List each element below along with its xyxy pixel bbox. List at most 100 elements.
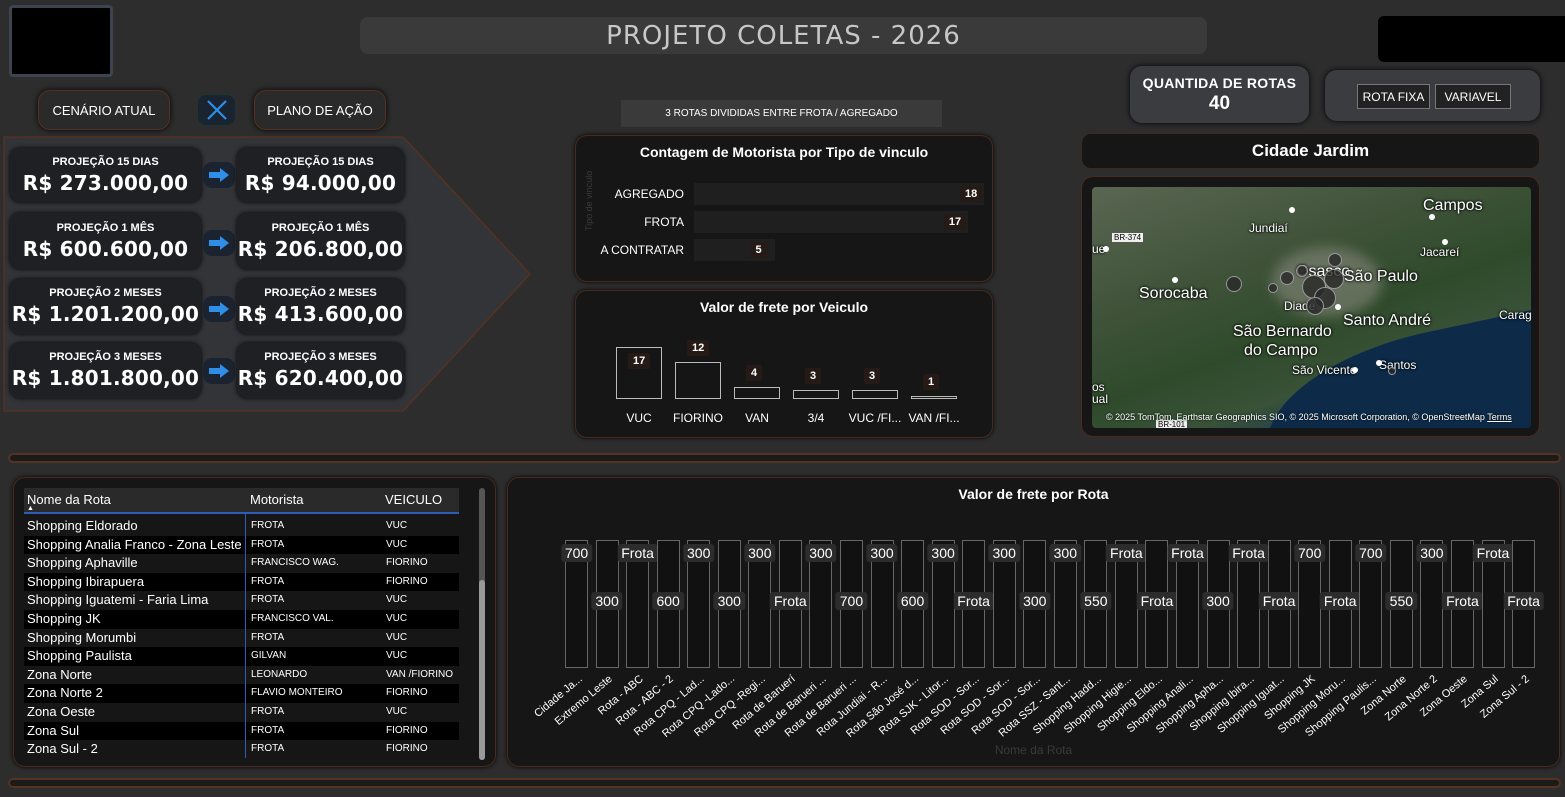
bar-data-label: 700	[835, 592, 868, 610]
section-divider	[8, 453, 1561, 463]
projection-label: PROJEÇÃO 2 MESES	[49, 287, 162, 299]
map-point	[1376, 360, 1382, 366]
cell-route: Zona Oeste	[27, 704, 95, 719]
page-title: PROJETO COLETAS - 2026	[360, 17, 1207, 54]
bar-data-label: 17	[628, 353, 651, 369]
attribution-text: © 2025 TomTom, Earthstar Geographics SIO…	[1106, 412, 1485, 422]
bar-data-label: Frota	[1258, 592, 1300, 610]
cell-driver: FROTA	[251, 520, 285, 531]
bar[interactable]	[793, 389, 839, 399]
map-bubble[interactable]	[1324, 269, 1344, 289]
bar-category-label: VUC	[626, 411, 652, 425]
table-row[interactable]: Shopping Aphaville FRANCISCO WAG. FIORINO	[24, 554, 459, 573]
map-bubble[interactable]	[1280, 271, 1294, 285]
projection-label: PROJEÇÃO 15 DIAS	[52, 155, 159, 168]
y-axis-label: Tipo de vinculo	[584, 170, 594, 231]
bar-data-label: 300	[713, 592, 745, 610]
bar-data-label: Frota	[1136, 592, 1178, 610]
fixed-route-button[interactable]: ROTA FIXA	[1357, 84, 1430, 109]
table-row[interactable]: Shopping Morumbi FROTA VUC	[24, 629, 459, 648]
bar[interactable]	[734, 386, 780, 399]
cell-route: Zona Sul - 2	[27, 741, 98, 757]
cell-vehicle: VUC	[386, 613, 408, 624]
cell-vehicle: VAN /FIORINO	[386, 668, 454, 680]
terms-link[interactable]: Terms	[1487, 412, 1512, 422]
arrow-right-icon	[203, 230, 235, 256]
cell-route: Zona Norte 2	[27, 685, 103, 701]
bar[interactable]	[694, 211, 968, 233]
bar-data-label: 5	[750, 242, 767, 258]
map-bubble[interactable]	[1296, 265, 1308, 277]
table-row[interactable]: Shopping Paulista GILVAN VUC	[24, 647, 459, 666]
map-label: Jacareí	[1420, 245, 1460, 259]
table-row[interactable]: Shopping Iguatemi - Faria Lima FROTA VUC	[24, 591, 459, 610]
map-label: Santos	[1379, 358, 1417, 372]
cell-route: Shopping Morumbi	[27, 629, 137, 645]
map-label: São Bernardo	[1233, 323, 1332, 340]
map-bubble[interactable]	[1306, 297, 1324, 315]
bar[interactable]	[911, 395, 957, 399]
map-label: Santo André	[1343, 312, 1432, 329]
bar-data-label: Frota	[953, 592, 994, 610]
sort-ascending-icon[interactable]: ▲	[27, 505, 34, 512]
table-row[interactable]: Shopping Eldorado FROTA VUC	[24, 517, 459, 536]
arrow-right-icon	[203, 358, 235, 384]
column-header-route[interactable]: Nome da Rota	[27, 492, 111, 507]
column-header-driver[interactable]: Motorista	[250, 492, 303, 507]
close-icon[interactable]	[197, 94, 236, 126]
bar-data-label: 1	[923, 373, 940, 390]
bar[interactable]	[694, 183, 984, 205]
cell-driver: FROTA	[251, 706, 285, 717]
map-label: do Campo	[1244, 342, 1318, 359]
bar-data-label: Frota	[1106, 544, 1147, 562]
table-row[interactable]: Zona Sul FROTA FIORINO	[24, 721, 459, 741]
action-plan-button[interactable]: PLANO DE AÇÃO	[254, 90, 386, 130]
map-bubble[interactable]	[1268, 283, 1278, 293]
cell-vehicle: VUC	[386, 706, 408, 717]
bar-data-label: Frota	[1167, 544, 1208, 562]
table-row[interactable]: Shopping Analia Franco - Zona Leste FROTA…	[24, 535, 459, 555]
scenario-current-button[interactable]: CENÁRIO ATUAL	[38, 90, 170, 130]
projection-value: R$ 413.600,00	[237, 302, 404, 326]
table-row[interactable]: Shopping JK FRANCISCO VAL. VUC	[24, 610, 459, 629]
projection-label: PROJEÇÃO 1 MÊS	[271, 221, 370, 234]
table-row[interactable]: Zona Oeste FROTA VUC	[24, 703, 459, 722]
map-bubble[interactable]	[1388, 367, 1396, 375]
bar-data-label: 300	[1416, 544, 1448, 562]
table-scrollbar[interactable]	[479, 488, 485, 760]
column-header-vehicle[interactable]: VEICULO	[385, 492, 442, 507]
map-canvas[interactable]: Campos Jundiaí Jacareí Osasco São Paulo …	[1092, 187, 1531, 428]
bar-data-label: 300	[927, 544, 959, 562]
table-row[interactable]: Zona Sul - 2 FROTA FIORINO	[24, 740, 459, 758]
map-bubble[interactable]	[1328, 253, 1342, 267]
table-row[interactable]: Zona Norte LEONARDO VAN /FIORINO	[24, 666, 459, 685]
bar-data-label: 300	[744, 544, 776, 562]
bar[interactable]	[675, 362, 721, 399]
projection-value: R$ 94.000,00	[244, 170, 397, 195]
cell-route: Shopping Ibirapuera	[27, 573, 145, 589]
bar-category-label: VUC /FI...	[848, 411, 902, 425]
projection-plan-3m: PROJEÇÃO 3 MESES R$ 620.400,00	[237, 343, 404, 398]
table-row[interactable]: Shopping Ibirapuera FROTA FIORINO	[24, 572, 459, 592]
projection-value: R$ 1.201.200,00	[11, 302, 200, 326]
chart-title: Contagem de Motorista por Tipo de vincul…	[639, 144, 929, 160]
corner-logo-placeholder	[1378, 16, 1565, 62]
routes-table: Nome da Rota Motorista VEICULO ▲ Shoppin…	[24, 488, 459, 758]
chart-title: Valor de frete por Veiculo	[699, 299, 869, 315]
bar[interactable]	[852, 389, 898, 399]
variable-route-button[interactable]: VARIAVEL	[1435, 84, 1511, 109]
map-bubble[interactable]	[1226, 276, 1242, 292]
cell-route: Shopping Aphaville	[27, 555, 138, 571]
route-freight-chart-panel: Valor de frete por Rota 700 Cidade Ja... 3…	[507, 477, 1560, 767]
bar-category-label: A CONTRATAR	[600, 243, 684, 257]
projection-current-1m: PROJEÇÃO 1 MÊS R$ 600.600,00	[10, 213, 201, 269]
cell-vehicle: FIORINO	[386, 743, 428, 755]
cell-driver: FROTA	[251, 743, 285, 755]
bar-data-label: 300	[683, 544, 715, 562]
table-row[interactable]: Zona Norte 2 FLAVIO MONTEIRO FIORINO	[24, 684, 459, 703]
scrollbar-thumb[interactable]	[479, 580, 485, 760]
map-point	[1289, 207, 1295, 213]
map-panel: Campos Jundiaí Jacareí Osasco São Paulo …	[1081, 176, 1540, 437]
bar-data-label: 300	[988, 544, 1020, 562]
map-point	[1172, 277, 1178, 283]
